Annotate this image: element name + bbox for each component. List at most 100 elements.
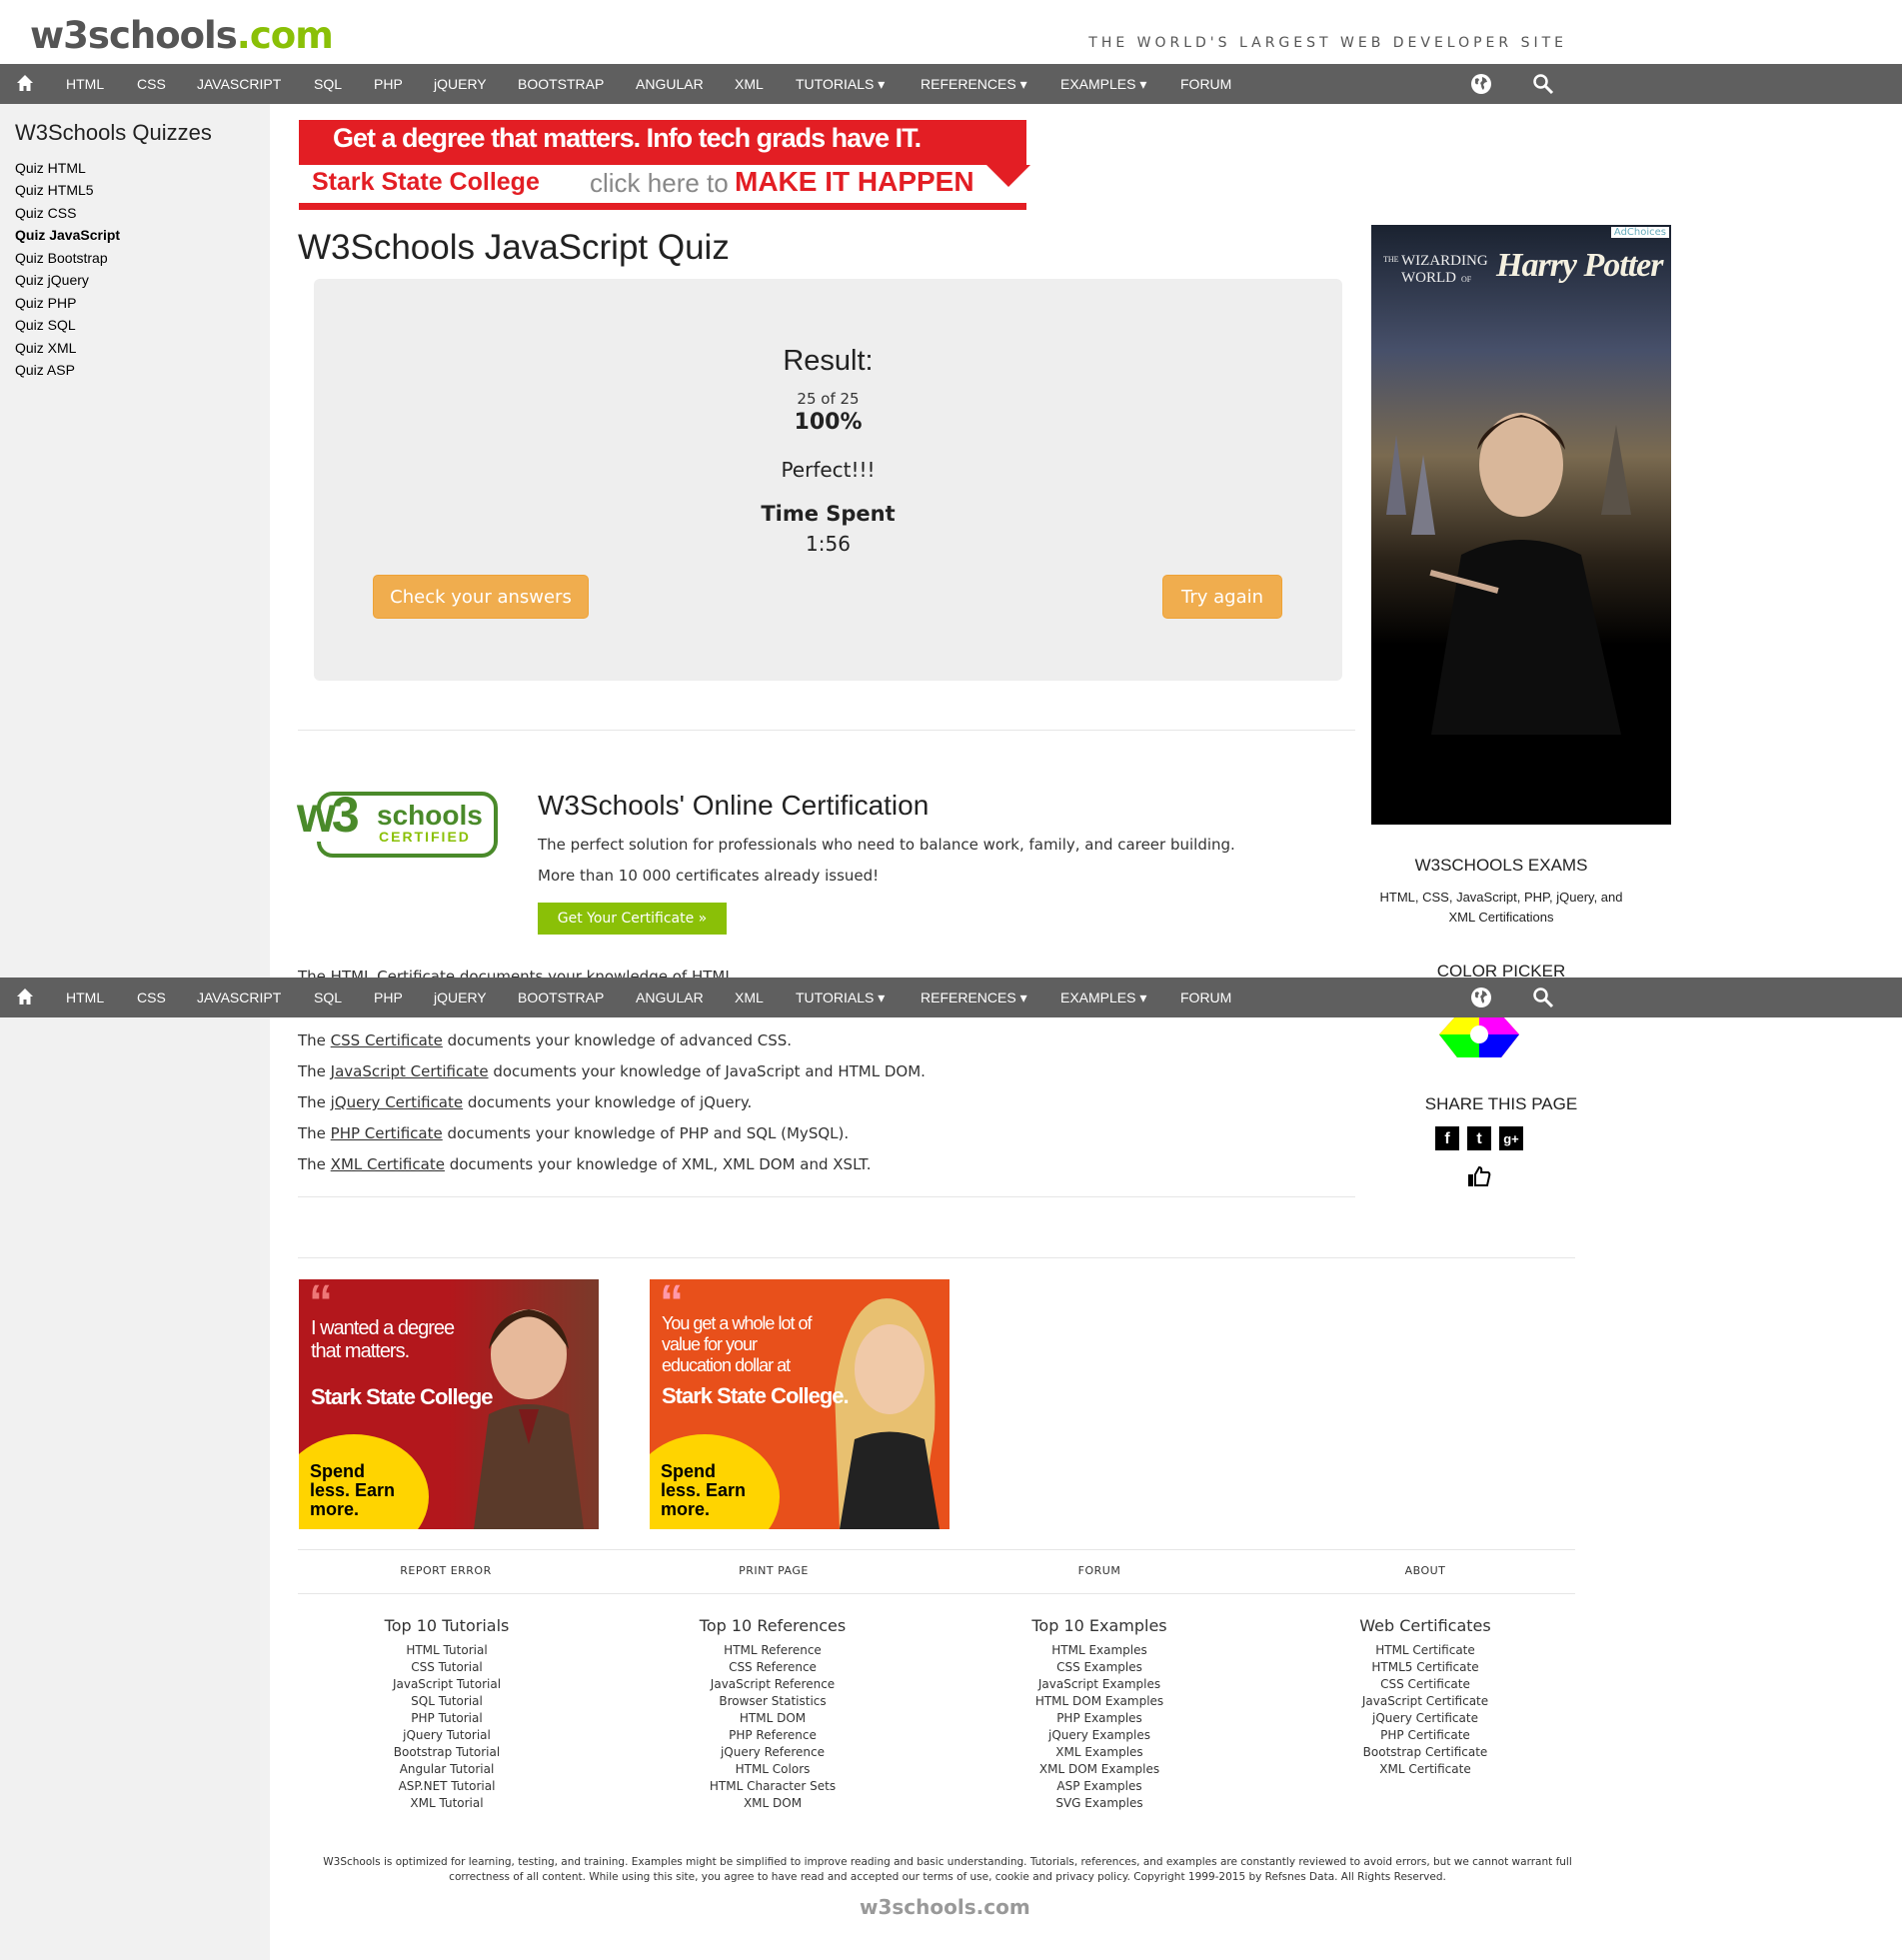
footer-link[interactable]: XML Examples [950, 1744, 1249, 1761]
nav-item-examples[interactable]: EXAMPLES ▾ [1060, 64, 1146, 104]
nav-item-xml[interactable]: XML [735, 64, 764, 104]
footer-link[interactable]: XML DOM Examples [950, 1761, 1249, 1778]
footer-link[interactable]: SVG Examples [950, 1795, 1249, 1812]
sidebar-item-quiz-asp[interactable]: Quiz ASP [15, 362, 75, 378]
nav-item-angular[interactable]: ANGULAR [636, 64, 704, 104]
footer-link[interactable]: XML Certificate [1275, 1761, 1575, 1778]
footer-link[interactable]: Browser Statistics [623, 1693, 923, 1710]
nav-item-forum[interactable]: FORUM [1180, 64, 1231, 104]
nav-item-php[interactable]: PHP [374, 64, 403, 104]
javascript-certificate-link[interactable]: JavaScript Certificate [331, 1062, 489, 1080]
footer-link[interactable]: JavaScript Reference [623, 1676, 923, 1693]
footer-link[interactable]: PHP Reference [623, 1727, 923, 1744]
nav-item-examples[interactable]: EXAMPLES ▾ [1060, 978, 1146, 1017]
footer-link[interactable]: JavaScript Certificate [1275, 1693, 1575, 1710]
nav-item-forum[interactable]: FORUM [1180, 978, 1231, 1017]
footer-link[interactable]: XML Tutorial [297, 1795, 597, 1812]
footer-link[interactable]: HTML DOM [623, 1710, 923, 1727]
facebook-icon[interactable]: f [1435, 1126, 1459, 1150]
search-icon[interactable] [1532, 986, 1554, 1008]
nav-item-bootstrap[interactable]: BOOTSTRAP [518, 978, 604, 1017]
footer-link[interactable]: jQuery Reference [623, 1744, 923, 1761]
footer-link[interactable]: ASP Examples [950, 1778, 1249, 1795]
sidebar-item-quiz-xml[interactable]: Quiz XML [15, 340, 76, 356]
harry-potter-ad[interactable]: AdChoices THE WIZARDING WORLD OF Harry P… [1371, 225, 1671, 825]
css-certificate-link[interactable]: CSS Certificate [331, 1031, 443, 1049]
sidebar-item-quiz-jquery[interactable]: Quiz jQuery [15, 272, 89, 288]
footer-link[interactable]: HTML Character Sets [623, 1778, 923, 1795]
footer-link[interactable]: jQuery Tutorial [297, 1727, 597, 1744]
get-certificate-button[interactable]: Get Your Certificate » [538, 903, 727, 935]
report-error-link[interactable]: REPORT ERROR [346, 1564, 546, 1577]
globe-icon[interactable] [1470, 986, 1492, 1008]
search-icon[interactable] [1532, 73, 1554, 95]
footer-link[interactable]: HTML DOM Examples [950, 1693, 1249, 1710]
bottom-ad-2[interactable]: “ You get a whole lot of value for your … [650, 1279, 950, 1529]
footer-link[interactable]: CSS Certificate [1275, 1676, 1575, 1693]
nav-item-html[interactable]: HTML [66, 978, 104, 1017]
footer-link[interactable]: CSS Examples [950, 1659, 1249, 1676]
sidebar-item-quiz-html[interactable]: Quiz HTML [15, 160, 86, 176]
php-certificate-link[interactable]: PHP Certificate [331, 1124, 443, 1142]
sidebar-item-quiz-php[interactable]: Quiz PHP [15, 295, 76, 311]
nav-item-php[interactable]: PHP [374, 978, 403, 1017]
footer-link[interactable]: XML DOM [623, 1795, 923, 1812]
jquery-certificate-link[interactable]: jQuery Certificate [331, 1093, 463, 1111]
footer-link[interactable]: HTML5 Certificate [1275, 1659, 1575, 1676]
footer-link[interactable]: PHP Tutorial [297, 1710, 597, 1727]
sidebar-item-quiz-javascript[interactable]: Quiz JavaScript [15, 227, 120, 243]
nav-item-xml[interactable]: XML [735, 978, 764, 1017]
sidebar-item-quiz-bootstrap[interactable]: Quiz Bootstrap [15, 250, 108, 266]
google-plus-icon[interactable]: g+ [1499, 1126, 1523, 1150]
footer-link[interactable]: HTML Examples [950, 1642, 1249, 1659]
top-banner-ad[interactable]: Get a degree that matters. Info tech gra… [299, 120, 1030, 210]
footer-link[interactable]: Bootstrap Tutorial [297, 1744, 597, 1761]
forum-link[interactable]: FORUM [999, 1564, 1199, 1577]
nav-item-references[interactable]: REFERENCES ▾ [921, 978, 1027, 1017]
footer-link[interactable]: jQuery Examples [950, 1727, 1249, 1744]
nav-item-sql[interactable]: SQL [314, 64, 342, 104]
footer-link[interactable]: JavaScript Tutorial [297, 1676, 597, 1693]
footer-link[interactable]: Angular Tutorial [297, 1761, 597, 1778]
check-answers-button[interactable]: Check your answers [373, 575, 589, 619]
footer-link[interactable]: Bootstrap Certificate [1275, 1744, 1575, 1761]
footer-link[interactable]: PHP Certificate [1275, 1727, 1575, 1744]
nav-item-css[interactable]: CSS [137, 64, 166, 104]
footer-link[interactable]: PHP Examples [950, 1710, 1249, 1727]
nav-item-tutorials[interactable]: TUTORIALS ▾ [796, 64, 885, 104]
nav-item-angular[interactable]: ANGULAR [636, 978, 704, 1017]
nav-item-html[interactable]: HTML [66, 64, 104, 104]
footer-link[interactable]: HTML Certificate [1275, 1642, 1575, 1659]
nav-item-jquery[interactable]: jQUERY [434, 978, 487, 1017]
print-page-link[interactable]: PRINT PAGE [674, 1564, 874, 1577]
footer-link[interactable]: ASP.NET Tutorial [297, 1778, 597, 1795]
footer-link[interactable]: SQL Tutorial [297, 1693, 597, 1710]
sidebar-item-quiz-sql[interactable]: Quiz SQL [15, 317, 76, 333]
sidebar-item-quiz-html5[interactable]: Quiz HTML5 [15, 182, 94, 198]
nav-item-bootstrap[interactable]: BOOTSTRAP [518, 64, 604, 104]
like-icon[interactable] [1467, 1165, 1491, 1187]
globe-icon[interactable] [1470, 73, 1492, 95]
twitter-icon[interactable]: t [1467, 1126, 1491, 1150]
footer-link[interactable]: jQuery Certificate [1275, 1710, 1575, 1727]
footer-link[interactable]: HTML Tutorial [297, 1642, 597, 1659]
footer-link[interactable]: CSS Reference [623, 1659, 923, 1676]
footer-link[interactable]: JavaScript Examples [950, 1676, 1249, 1693]
sidebar-item-quiz-css[interactable]: Quiz CSS [15, 205, 76, 221]
w3schools-certified-logo[interactable]: w3 schools CERTIFIED [297, 787, 500, 860]
site-logo[interactable]: w3schools.com [30, 14, 334, 57]
nav-item-jquery[interactable]: jQUERY [434, 64, 487, 104]
home-icon[interactable] [16, 74, 34, 92]
nav-item-tutorials[interactable]: TUTORIALS ▾ [796, 978, 885, 1017]
nav-item-css[interactable]: CSS [137, 978, 166, 1017]
footer-link[interactable]: CSS Tutorial [297, 1659, 597, 1676]
ad-choices-label[interactable]: AdChoices [1610, 227, 1669, 238]
footer-link[interactable]: HTML Colors [623, 1761, 923, 1778]
footer-logo[interactable]: w3schools.com [860, 1895, 1030, 1919]
try-again-button[interactable]: Try again [1162, 575, 1282, 619]
nav-item-javascript[interactable]: JAVASCRIPT [197, 978, 281, 1017]
nav-item-sql[interactable]: SQL [314, 978, 342, 1017]
nav-item-references[interactable]: REFERENCES ▾ [921, 64, 1027, 104]
xml-certificate-link[interactable]: XML Certificate [331, 1155, 445, 1173]
home-icon[interactable] [16, 987, 34, 1005]
